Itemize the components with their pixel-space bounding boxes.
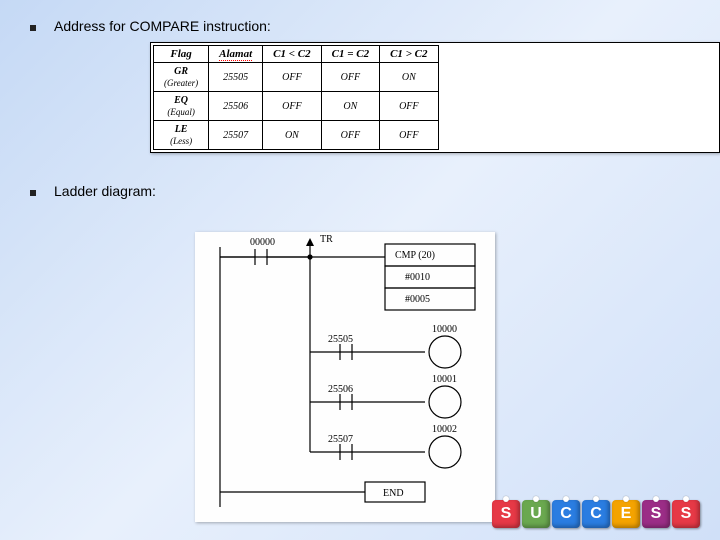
ladder-diagram: 00000 TR CMP (20) #0010 #0005 25505 1000… — [195, 232, 495, 522]
block-u: U — [522, 500, 550, 528]
svg-text:END: END — [383, 488, 404, 499]
table-row: EQ(Equal) 25506 OFF ON OFF — [154, 92, 439, 121]
th-gt: C1 > C2 — [380, 46, 438, 63]
table-row: GR(Greater) 25505 OFF OFF ON — [154, 63, 439, 92]
bullet-2: Ladder diagram: — [0, 183, 720, 199]
block-s: S — [492, 500, 520, 528]
bullet-dot — [30, 190, 36, 196]
block-s: S — [672, 500, 700, 528]
bullet-1-text: Address for COMPARE instruction: — [54, 18, 271, 34]
block-c: C — [552, 500, 580, 528]
svg-text:25507: 25507 — [328, 434, 353, 445]
svg-text:00000: 00000 — [250, 237, 275, 248]
block-e: E — [612, 500, 640, 528]
svg-text:10001: 10001 — [432, 374, 457, 385]
table-row: LE(Less) 25507 ON OFF OFF — [154, 121, 439, 150]
bullet-2-text: Ladder diagram: — [54, 183, 156, 199]
bullet-dot — [30, 25, 36, 31]
svg-text:#0010: #0010 — [405, 272, 430, 283]
svg-text:25505: 25505 — [328, 334, 353, 345]
compare-flags-table: Flag Alamat C1 < C2 C1 = C2 C1 > C2 GR(G… — [150, 42, 720, 153]
th-flag: Flag — [154, 46, 209, 63]
svg-text:10000: 10000 — [432, 324, 457, 335]
success-blocks: S U C C E S S — [492, 500, 700, 528]
th-lt: C1 < C2 — [263, 46, 321, 63]
svg-text:#0005: #0005 — [405, 294, 430, 305]
th-alamat: Alamat — [209, 46, 263, 63]
svg-text:CMP (20): CMP (20) — [395, 250, 435, 261]
svg-text:10002: 10002 — [432, 424, 457, 435]
th-eq: C1 = C2 — [321, 46, 379, 63]
block-s: S — [642, 500, 670, 528]
bullet-1: Address for COMPARE instruction: — [0, 18, 720, 34]
svg-text:25506: 25506 — [328, 384, 353, 395]
svg-text:TR: TR — [320, 234, 333, 245]
block-c: C — [582, 500, 610, 528]
